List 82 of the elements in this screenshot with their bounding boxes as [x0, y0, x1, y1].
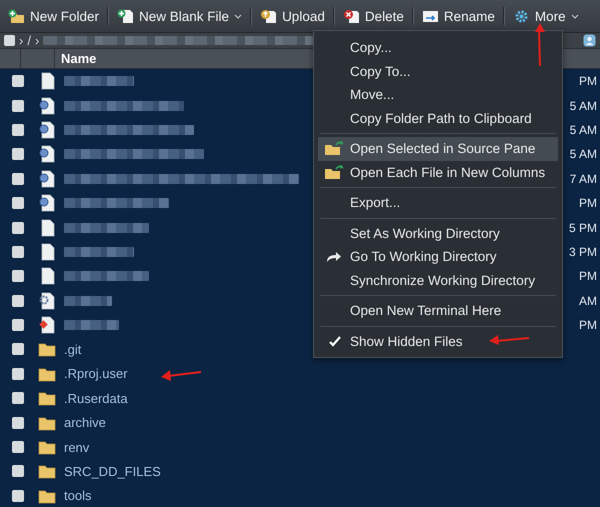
menu-item[interactable]: Open Selected in Source Pane: [318, 137, 558, 160]
row-checkbox[interactable]: [12, 441, 24, 454]
annotation-arrow: [160, 369, 202, 382]
more-button[interactable]: More: [508, 6, 583, 26]
folder-name[interactable]: .Rproj.user: [64, 366, 128, 382]
r-file-icon: [38, 145, 56, 164]
row-checkbox[interactable]: [12, 465, 24, 478]
upload-icon: [260, 8, 278, 24]
menu-item[interactable]: Open Each File in New Columns: [318, 160, 558, 184]
r-file-icon: [38, 194, 56, 212]
delete-icon: [342, 8, 360, 24]
new-file-icon: [117, 8, 134, 24]
menu-item[interactable]: Move...: [318, 83, 558, 106]
folder-name[interactable]: tools: [64, 488, 92, 504]
modified-time: 5 AM: [570, 98, 598, 113]
modified-time: PM: [579, 74, 598, 88]
row-checkbox[interactable]: [12, 100, 24, 112]
folder-name[interactable]: renv: [64, 440, 90, 455]
row-checkbox[interactable]: [12, 294, 24, 307]
new-file-button[interactable]: New Blank File: [113, 6, 246, 26]
row-checkbox[interactable]: [12, 490, 24, 502]
open-folder-icon: [324, 141, 344, 156]
r-file-icon: [38, 170, 56, 188]
blurred-file-name: [64, 320, 119, 330]
select-all-checkbox[interactable]: [4, 35, 15, 46]
row-checkbox[interactable]: [12, 197, 24, 210]
menu-item[interactable]: Set As Working Directory: [318, 222, 558, 245]
modified-time: PM: [579, 269, 598, 284]
settings-file-icon: [38, 292, 56, 310]
blurred-file-name: [64, 76, 134, 86]
column-header[interactable]: Name: [55, 49, 96, 68]
menu-item[interactable]: Copy To...: [318, 60, 558, 83]
menu-item[interactable]: Synchronize Working Directory: [318, 268, 558, 292]
menu-item[interactable]: Copy...: [318, 36, 558, 60]
upload-button[interactable]: Upload: [256, 6, 329, 26]
open-folder-icon: [324, 164, 344, 180]
modified-time: 5 AM: [570, 147, 598, 162]
folder-name[interactable]: .git: [64, 342, 82, 357]
menu-item[interactable]: Export...: [318, 191, 558, 214]
r-file-icon: [38, 96, 56, 115]
modified-time: PM: [579, 318, 598, 332]
menu-item[interactable]: Open New Terminal Here: [318, 299, 558, 322]
new-folder-button[interactable]: New Folder: [4, 6, 104, 26]
modified-time: 7 AM: [570, 172, 598, 186]
row-checkbox[interactable]: [12, 75, 24, 88]
new-folder-icon: [8, 8, 25, 24]
folder-name[interactable]: .Ruserdata: [64, 390, 128, 406]
row-checkbox[interactable]: [12, 270, 24, 282]
path-separator: ›: [34, 33, 40, 48]
menu-item[interactable]: Show Hidden Files: [318, 330, 558, 353]
blurred-file-name: [64, 246, 134, 257]
row-checkbox[interactable]: [12, 148, 24, 160]
folder-name[interactable]: archive: [64, 415, 106, 430]
row-checkbox[interactable]: [12, 392, 24, 404]
git-file-icon: [38, 316, 56, 334]
path-separator: ›: [19, 33, 24, 48]
project-icon[interactable]: [583, 34, 596, 47]
row-checkbox[interactable]: [12, 172, 24, 185]
row-checkbox[interactable]: [12, 246, 24, 258]
modified-time: 5 PM: [568, 220, 598, 235]
rename-icon: [422, 8, 439, 24]
annotation-arrow: [488, 334, 530, 346]
settings-icon: [512, 8, 530, 24]
r-file-icon: [38, 120, 56, 139]
path-separator: /: [27, 33, 31, 48]
folder-name[interactable]: SRC_DD_FILES: [64, 464, 161, 479]
modified-time: 5 AM: [570, 122, 598, 137]
delete-button[interactable]: Delete: [338, 6, 408, 26]
menu-item[interactable]: Go To Working Directory: [318, 245, 558, 268]
modified-time: 3 PM: [568, 244, 598, 259]
modified-time: AM: [579, 294, 598, 308]
rename-button[interactable]: Rename: [418, 6, 499, 26]
row-checkbox[interactable]: [12, 319, 24, 332]
menu-item[interactable]: Copy Folder Path to Clipboard: [318, 106, 558, 130]
row-checkbox[interactable]: [12, 222, 24, 234]
row-checkbox[interactable]: [12, 124, 24, 136]
row-checkbox[interactable]: [12, 368, 24, 380]
annotation-arrow: [534, 22, 546, 68]
row-checkbox[interactable]: [12, 343, 24, 356]
modified-time: PM: [579, 196, 598, 210]
row-checkbox[interactable]: [12, 416, 24, 429]
blurred-file-name: [64, 296, 112, 306]
